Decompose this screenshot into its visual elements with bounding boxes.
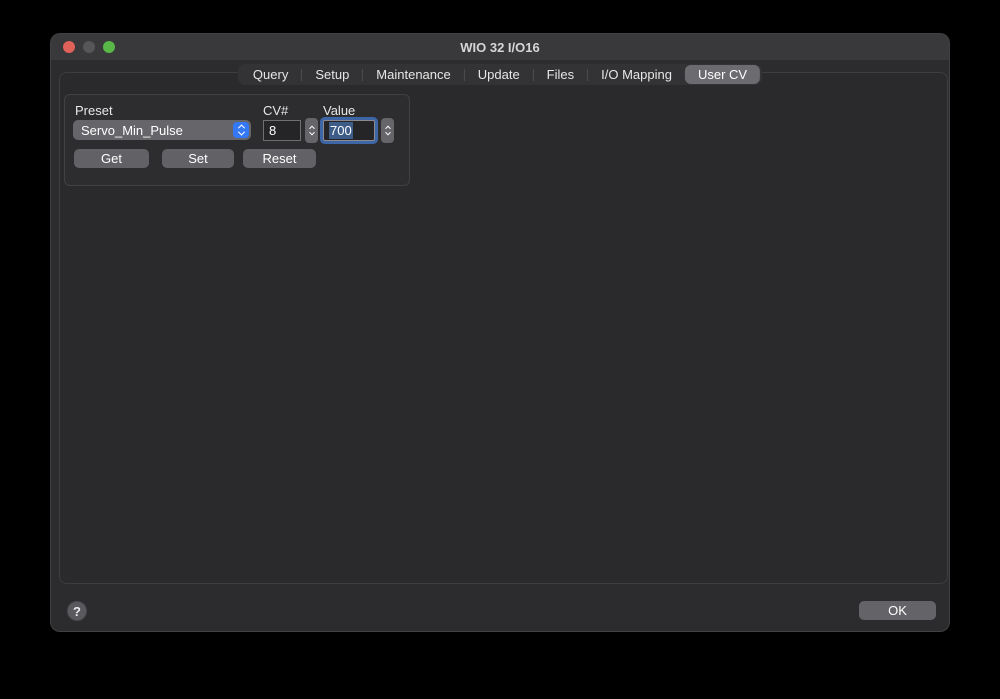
user-cv-groupbox: Preset CV# Value Servo_Min_Pulse 8 700 G…: [64, 94, 410, 186]
value-input-text: 700: [329, 122, 353, 139]
tab-bar: Query Setup Maintenance Update Files I/O…: [237, 64, 763, 85]
tab-user-cv[interactable]: User CV: [684, 65, 761, 84]
traffic-lights: [63, 41, 115, 53]
stepper-down-icon[interactable]: [308, 129, 315, 136]
ok-button[interactable]: OK: [859, 601, 936, 620]
get-button[interactable]: Get: [74, 149, 149, 168]
tab-content-panel: Preset CV# Value Servo_Min_Pulse 8 700 G…: [59, 72, 948, 584]
cv-number-label: CV#: [263, 103, 289, 118]
dropdown-chevrons-icon: [233, 122, 249, 138]
close-button[interactable]: [63, 41, 75, 53]
preset-dropdown-value: Servo_Min_Pulse: [81, 122, 183, 138]
tab-update[interactable]: Update: [465, 65, 533, 84]
cv-number-stepper[interactable]: [305, 118, 318, 143]
tab-setup[interactable]: Setup: [302, 65, 362, 84]
minimize-button[interactable]: [83, 41, 95, 53]
help-button[interactable]: ?: [67, 601, 87, 621]
title-bar[interactable]: WIO 32 I/O16: [51, 34, 949, 60]
reset-button[interactable]: Reset: [243, 149, 316, 168]
tab-query[interactable]: Query: [240, 65, 301, 84]
dialog-window: WIO 32 I/O16 Preset CV# Value Servo_Min_…: [50, 33, 950, 632]
tab-maintenance[interactable]: Maintenance: [363, 65, 463, 84]
value-input[interactable]: 700: [323, 120, 375, 141]
cv-number-input[interactable]: 8: [263, 120, 301, 141]
preset-dropdown[interactable]: Servo_Min_Pulse: [73, 120, 251, 140]
cv-number-value: 8: [269, 123, 277, 138]
preset-label: Preset: [75, 103, 113, 118]
window-title: WIO 32 I/O16: [460, 39, 540, 55]
tab-files[interactable]: Files: [534, 65, 587, 84]
value-stepper[interactable]: [381, 118, 394, 143]
tab-io-mapping[interactable]: I/O Mapping: [588, 65, 685, 84]
stepper-down-icon[interactable]: [384, 129, 391, 136]
zoom-button[interactable]: [103, 41, 115, 53]
value-label: Value: [323, 103, 356, 118]
set-button[interactable]: Set: [162, 149, 234, 168]
